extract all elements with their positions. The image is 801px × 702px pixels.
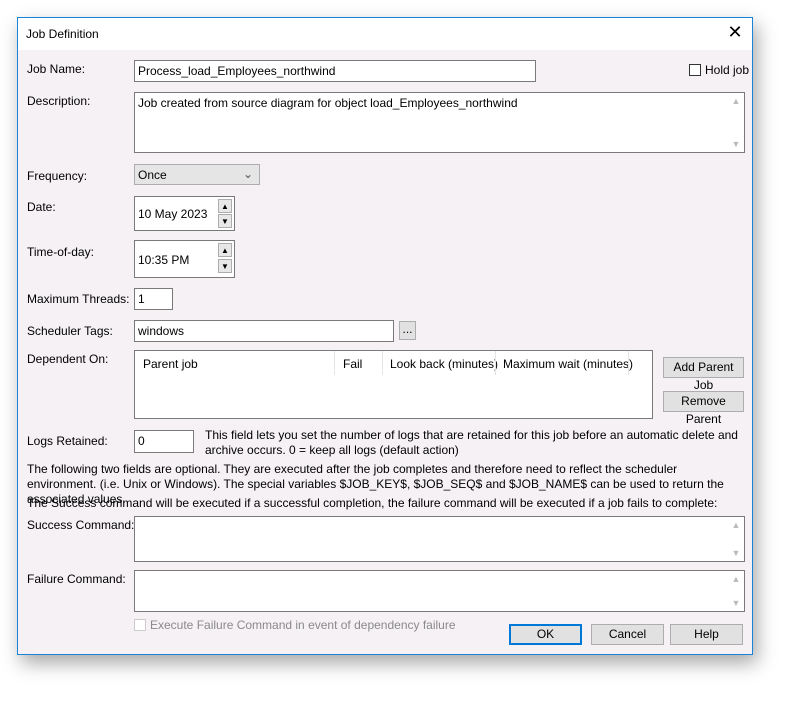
- help-button[interactable]: Help: [670, 624, 743, 645]
- chevron-down-icon: ⌄: [242, 167, 253, 181]
- remove-parent-button[interactable]: Remove Parent: [663, 391, 744, 426]
- scroll-up-icon[interactable]: ▲: [730, 574, 742, 584]
- scheduler-tags-input[interactable]: windows: [134, 320, 394, 342]
- description-text: Job created from source diagram for obje…: [138, 96, 518, 110]
- logs-retained-input[interactable]: 0: [134, 430, 194, 453]
- browse-tags-button[interactable]: ...: [399, 321, 416, 340]
- job-name-input[interactable]: Process_load_Employees_northwind: [134, 60, 536, 82]
- date-label: Date:: [27, 200, 56, 214]
- failure-command-input[interactable]: ▲ ▼: [134, 570, 745, 612]
- success-command-label: Success Command:: [27, 518, 135, 532]
- scroll-up-icon[interactable]: ▲: [730, 520, 742, 530]
- date-down-icon[interactable]: ▼: [218, 214, 232, 228]
- scroll-down-icon[interactable]: ▼: [730, 548, 742, 558]
- close-icon[interactable]: ✕: [724, 22, 746, 43]
- time-up-icon[interactable]: ▲: [218, 243, 232, 257]
- time-down-icon[interactable]: ▼: [218, 259, 232, 273]
- job-definition-dialog: Job Definition ✕ Job Name: Process_load_…: [17, 17, 753, 655]
- description-input[interactable]: Job created from source diagram for obje…: [134, 92, 745, 153]
- ok-button[interactable]: OK: [509, 624, 582, 645]
- execute-failure-checkbox[interactable]: [134, 619, 146, 631]
- cancel-button[interactable]: Cancel: [591, 624, 664, 645]
- column-header-look-back[interactable]: Look back (minutes): [390, 357, 498, 371]
- frequency-label: Frequency:: [27, 169, 88, 183]
- commands-info: The Success command will be executed if …: [27, 496, 718, 510]
- hold-job-label: Hold job: [705, 63, 750, 77]
- add-parent-job-button[interactable]: Add Parent Job: [663, 357, 744, 392]
- job-name-label: Job Name:: [27, 62, 86, 76]
- max-threads-input[interactable]: 1: [134, 288, 173, 310]
- time-label: Time-of-day:: [27, 245, 94, 259]
- failure-command-label: Failure Command:: [27, 572, 126, 586]
- dependent-on-label: Dependent On:: [27, 352, 109, 366]
- execute-failure-label: Execute Failure Command in event of depe…: [150, 618, 456, 632]
- frequency-select[interactable]: Once ⌄: [134, 164, 260, 185]
- hold-job-checkbox[interactable]: [689, 64, 701, 76]
- column-header-maximum-wait[interactable]: Maximum wait (minutes): [503, 357, 633, 371]
- frequency-value: Once: [138, 168, 167, 182]
- scroll-down-icon[interactable]: ▼: [730, 598, 742, 608]
- title-bar: Job Definition ✕: [18, 18, 752, 50]
- scroll-up-icon[interactable]: ▲: [730, 96, 742, 106]
- scroll-down-icon[interactable]: ▼: [730, 139, 742, 149]
- logs-retained-label: Logs Retained:: [27, 434, 108, 448]
- success-command-input[interactable]: ▲ ▼: [134, 516, 745, 562]
- column-header-fail[interactable]: Fail: [343, 357, 362, 371]
- logs-retained-help: This field lets you set the number of lo…: [205, 428, 738, 457]
- scheduler-tags-label: Scheduler Tags:: [27, 324, 113, 338]
- date-up-icon[interactable]: ▲: [218, 199, 232, 213]
- column-header-parent-job[interactable]: Parent job: [143, 357, 198, 371]
- description-label: Description:: [27, 94, 91, 108]
- dependent-jobs-list[interactable]: Parent job Fail Look back (minutes) Maxi…: [134, 350, 653, 419]
- max-threads-label: Maximum Threads:: [27, 292, 130, 306]
- dialog-title: Job Definition: [26, 27, 99, 41]
